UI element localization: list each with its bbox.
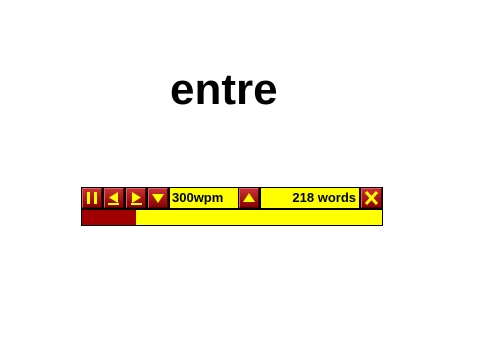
- triangle-down-icon: [152, 194, 164, 203]
- next-button[interactable]: [126, 188, 146, 208]
- word-count-display: 218 words: [261, 188, 359, 208]
- close-button[interactable]: [361, 188, 382, 208]
- reading-progress-bar[interactable]: [81, 209, 383, 226]
- current-word: entre: [170, 65, 278, 114]
- previous-button[interactable]: [104, 188, 124, 208]
- progress-fill: [82, 210, 136, 225]
- speed-display: 300wpm: [170, 188, 238, 208]
- triangle-up-icon: [243, 193, 255, 202]
- step-back-icon: [108, 192, 119, 205]
- progress-track: [82, 210, 382, 225]
- close-x-icon: [364, 190, 379, 206]
- pause-button[interactable]: [82, 188, 102, 208]
- slower-button[interactable]: [148, 188, 168, 208]
- speed-reader-stage: entre 300wpm 218 words: [0, 0, 484, 344]
- reader-toolbar: 300wpm 218 words: [81, 187, 383, 209]
- step-forward-icon: [131, 192, 142, 205]
- pause-icon: [87, 192, 97, 204]
- faster-button[interactable]: [239, 188, 259, 208]
